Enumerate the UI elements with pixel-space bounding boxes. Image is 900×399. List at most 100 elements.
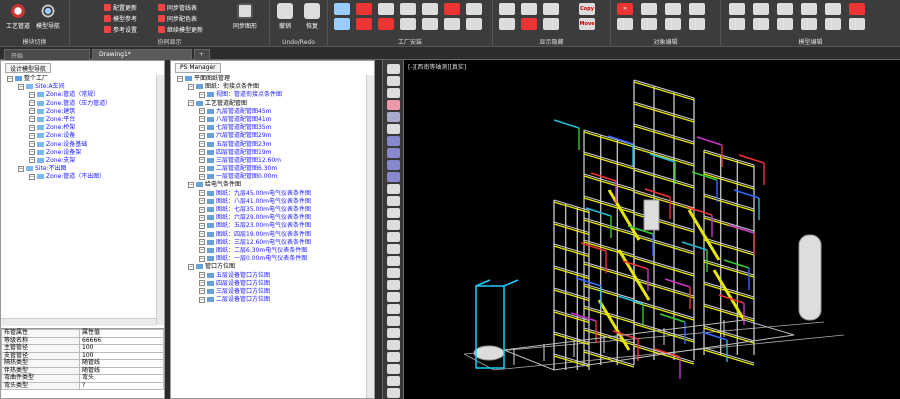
collapse-toggle-icon[interactable]: − [188, 83, 194, 90]
collapse-toggle-icon[interactable]: − [199, 198, 205, 205]
tree-node[interactable]: − 三层设备管口方位图 [171, 288, 374, 296]
mirror-icon[interactable] [665, 3, 681, 15]
flange-icon[interactable] [400, 18, 416, 30]
tree-node[interactable]: − Zone:平台 [1, 116, 164, 124]
tree-node[interactable]: − 视图：管道衔接点条件图 [171, 91, 374, 99]
box-icon[interactable] [521, 18, 537, 30]
section-icon[interactable] [543, 18, 559, 30]
collapse-toggle-icon[interactable]: − [199, 206, 205, 213]
tree-node[interactable]: − 图纸：三层12.60m电气仪表条件图 [171, 239, 374, 247]
tree-node[interactable]: − 工艺管道配管图 [171, 100, 374, 108]
grid-icon[interactable] [334, 3, 350, 15]
redo-button[interactable]: 恢复 [300, 3, 324, 30]
tree-node[interactable]: − 七层管道配管图35m [171, 124, 374, 132]
collapse-toggle-icon[interactable]: − [18, 83, 24, 90]
align-icon[interactable] [689, 3, 705, 15]
tree-node[interactable]: − Zone:桥架 [1, 124, 164, 132]
view-tool-icon[interactable] [387, 76, 400, 86]
tree-node[interactable]: − Zone:设备架 [1, 149, 164, 157]
tree-node[interactable]: − 图纸：一层0.00m电气仪表条件图 [171, 255, 374, 263]
tree-node[interactable]: − 平面图纸管理 [171, 75, 374, 83]
connect-icon[interactable] [729, 3, 745, 15]
collapse-toggle-icon[interactable]: − [29, 157, 35, 164]
view-tool-icon[interactable] [387, 280, 400, 290]
view-tool-icon[interactable] [387, 184, 400, 194]
view-tool-icon[interactable] [387, 268, 400, 278]
collapse-toggle-icon[interactable]: − [29, 100, 35, 107]
collapse-toggle-icon[interactable]: − [177, 75, 183, 82]
collapse-toggle-icon[interactable]: − [199, 141, 205, 147]
tree-node[interactable]: − 图纸：八层41.00m电气仪表条件图 [171, 198, 374, 206]
view-tool-icon[interactable] [387, 340, 400, 350]
structure-icon[interactable] [334, 18, 350, 30]
branch-icon[interactable] [777, 18, 793, 30]
collapse-toggle-icon[interactable]: − [199, 280, 205, 287]
tree-node[interactable]: − 八层管道配管图41m [171, 116, 374, 124]
collapse-toggle-icon[interactable]: − [199, 239, 205, 246]
offset-icon[interactable] [753, 18, 769, 30]
sync-graphics-button[interactable]: 同步图形 [230, 3, 260, 30]
collapse-toggle-icon[interactable]: − [188, 263, 194, 270]
collapse-toggle-icon[interactable]: − [7, 75, 13, 82]
equipment-icon[interactable] [356, 3, 372, 15]
3d-viewport[interactable]: [-][西南等轴测][真实] [404, 60, 900, 399]
config-update-button[interactable]: 配置更新 [104, 3, 137, 12]
tree-node[interactable]: − 二层设备管口方位图 [171, 296, 374, 304]
delete-icon[interactable]: ✕ [617, 3, 633, 15]
route-icon[interactable] [729, 18, 745, 30]
tree-node[interactable]: − Zone:管道（压力管道） [1, 100, 164, 108]
collapse-toggle-icon[interactable]: − [199, 214, 205, 221]
collapse-toggle-icon[interactable]: − [18, 165, 24, 172]
clear-icon[interactable] [849, 3, 865, 15]
slope-icon[interactable] [825, 3, 841, 15]
view-tool-icon[interactable] [387, 112, 400, 122]
show-all-icon[interactable] [499, 18, 515, 30]
new-tab-button[interactable]: + [194, 49, 210, 60]
view-tool-icon[interactable] [387, 136, 400, 146]
collapse-toggle-icon[interactable]: − [199, 108, 205, 115]
split-icon[interactable] [753, 3, 769, 15]
isolate-icon[interactable] [543, 3, 559, 15]
collapse-toggle-icon[interactable]: − [199, 190, 205, 197]
instrument-icon[interactable] [378, 18, 394, 30]
tree-node[interactable]: − Zone:管道（常规） [1, 91, 164, 99]
property-value[interactable]: 100 [79, 344, 164, 353]
collapse-toggle-icon[interactable]: − [29, 91, 35, 98]
extend-icon[interactable] [801, 18, 817, 30]
tree-node[interactable]: − 图纸：七层35.00m电气仪表条件图 [171, 206, 374, 214]
reference-settings-button[interactable]: 参考设置 [104, 25, 137, 34]
valve-icon[interactable] [378, 3, 394, 15]
collapse-toggle-icon[interactable]: − [199, 91, 205, 98]
tree-node[interactable]: − Zone:建筑 [1, 108, 164, 116]
piping-module-button[interactable]: 工艺管道 [6, 3, 30, 30]
collapse-toggle-icon[interactable]: − [188, 100, 194, 107]
collapse-toggle-icon[interactable]: − [199, 116, 205, 123]
collapse-toggle-icon[interactable]: − [199, 157, 205, 164]
tree-node[interactable]: − Zone:支架 [1, 157, 164, 165]
eye-off-icon[interactable] [521, 3, 537, 15]
fitting-icon[interactable] [400, 3, 416, 15]
stretch-icon[interactable] [617, 18, 633, 30]
property-value[interactable]: 属性值 [79, 329, 164, 338]
view-tool-icon[interactable] [387, 388, 400, 398]
view-tool-icon[interactable] [387, 316, 400, 326]
eye-icon[interactable] [499, 3, 515, 15]
collapse-toggle-icon[interactable]: − [199, 288, 205, 295]
break-icon[interactable] [665, 18, 681, 30]
rotate-icon[interactable] [641, 3, 657, 15]
erase-icon[interactable] [849, 18, 865, 30]
bend-icon[interactable] [801, 3, 817, 15]
tab-drawing1[interactable]: Drawing1* [92, 49, 192, 60]
tree-node[interactable]: − Zone:设备 [1, 132, 164, 140]
tree-node[interactable]: − Zone:设备基础 [1, 141, 164, 149]
view-tool-icon[interactable] [387, 160, 400, 170]
insert-icon[interactable] [825, 18, 841, 30]
tree-node[interactable]: − 图纸：四层19.00m电气仪表条件图 [171, 231, 374, 239]
property-value[interactable]: 随管线 [79, 359, 164, 368]
support-icon[interactable] [444, 3, 460, 15]
tree-node[interactable]: − 图纸：五层23.00m电气仪表条件图 [171, 222, 374, 230]
elbow-icon[interactable] [466, 18, 482, 30]
view-tool-icon[interactable] [387, 256, 400, 266]
collapse-toggle-icon[interactable]: − [29, 124, 35, 131]
collapse-toggle-icon[interactable]: − [29, 173, 35, 180]
